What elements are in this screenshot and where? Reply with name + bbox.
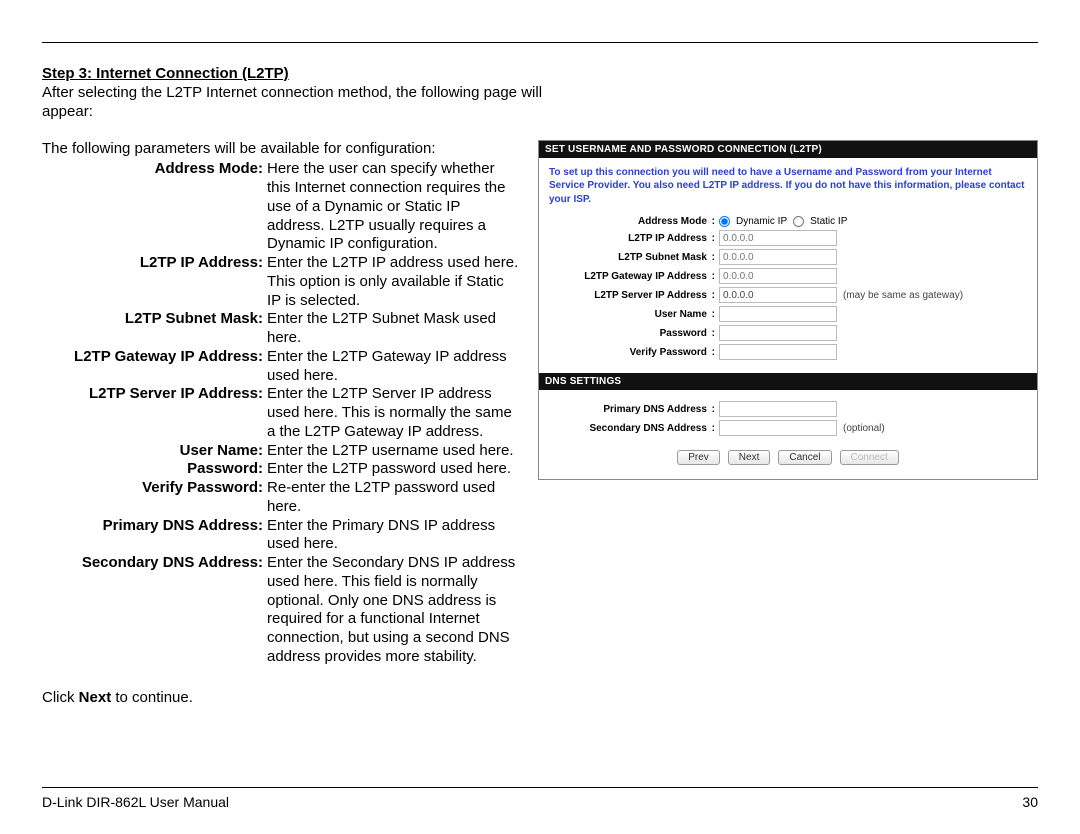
def-label-username: User Name:	[42, 442, 267, 461]
panel-header-1: SET USERNAME AND PASSWORD CONNECTION (L2…	[539, 141, 1037, 158]
input-l2tp-gateway[interactable]	[719, 268, 837, 284]
radio-static-ip[interactable]	[793, 216, 804, 227]
click-next-line: Click Next to continue.	[42, 689, 520, 708]
input-password[interactable]	[719, 325, 837, 341]
def-label-verify-password: Verify Password:	[42, 479, 267, 517]
def-text-l2tp-ip: Enter the L2TP IP address used here. Thi…	[267, 254, 520, 310]
def-text-l2tp-subnet: Enter the L2TP Subnet Mask used here.	[267, 310, 520, 348]
input-username[interactable]	[719, 306, 837, 322]
input-secondary-dns[interactable]	[719, 420, 837, 436]
def-label-address-mode: Address Mode:	[42, 160, 267, 254]
step-title: Step 3: Internet Connection (L2TP)	[42, 65, 1038, 82]
input-l2tp-server[interactable]	[719, 287, 837, 303]
def-label-password: Password:	[42, 460, 267, 479]
def-text-l2tp-server: Enter the L2TP Server IP address used he…	[267, 385, 520, 441]
def-text-primary-dns: Enter the Primary DNS IP address used he…	[267, 517, 520, 555]
def-text-address-mode: Here the user can specify whether this I…	[267, 160, 520, 254]
def-label-l2tp-gateway: L2TP Gateway IP Address:	[42, 348, 267, 386]
def-label-l2tp-ip: L2TP IP Address:	[42, 254, 267, 310]
def-label-primary-dns: Primary DNS Address:	[42, 517, 267, 555]
cancel-button[interactable]: Cancel	[778, 450, 831, 465]
top-rule	[42, 42, 1038, 43]
row-l2tp-subnet: L2TP Subnet Mask :	[549, 249, 1027, 265]
hint-optional: (optional)	[843, 423, 885, 434]
panel-header-2: DNS SETTINGS	[539, 373, 1037, 390]
row-username: User Name :	[549, 306, 1027, 322]
panel-info: To set up this connection you will need …	[549, 166, 1027, 207]
right-column: SET USERNAME AND PASSWORD CONNECTION (L2…	[538, 140, 1038, 708]
input-l2tp-subnet[interactable]	[719, 249, 837, 265]
footer-rule	[42, 787, 1038, 788]
row-password: Password :	[549, 325, 1027, 341]
def-label-l2tp-server: L2TP Server IP Address:	[42, 385, 267, 441]
left-column: The following parameters will be availab…	[42, 140, 520, 708]
def-text-password: Enter the L2TP password used here.	[267, 460, 520, 479]
def-label-secondary-dns: Secondary DNS Address:	[42, 554, 267, 667]
row-secondary-dns: Secondary DNS Address : (optional)	[549, 420, 1027, 436]
intro-text: After selecting the L2TP Internet connec…	[42, 84, 562, 122]
row-verify-password: Verify Password :	[549, 344, 1027, 360]
footer-left: D-Link DIR-862L User Manual	[42, 794, 229, 810]
label-static-ip[interactable]: Static IP	[810, 216, 847, 227]
label-dynamic-ip[interactable]: Dynamic IP	[736, 216, 787, 227]
def-text-verify-password: Re-enter the L2TP password used here.	[267, 479, 520, 517]
radio-dynamic-ip[interactable]	[719, 216, 730, 227]
footer-page-number: 30	[1022, 794, 1038, 810]
def-text-l2tp-gateway: Enter the L2TP Gateway IP address used h…	[267, 348, 520, 386]
connect-button: Connect	[840, 450, 899, 465]
row-l2tp-ip: L2TP IP Address :	[549, 230, 1027, 246]
input-verify-password[interactable]	[719, 344, 837, 360]
next-button[interactable]: Next	[728, 450, 771, 465]
row-l2tp-gateway: L2TP Gateway IP Address :	[549, 268, 1027, 284]
input-l2tp-ip[interactable]	[719, 230, 837, 246]
prev-button[interactable]: Prev	[677, 450, 720, 465]
input-primary-dns[interactable]	[719, 401, 837, 417]
row-primary-dns: Primary DNS Address :	[549, 401, 1027, 417]
def-text-secondary-dns: Enter the Secondary DNS IP address used …	[267, 554, 520, 667]
def-label-l2tp-subnet: L2TP Subnet Mask:	[42, 310, 267, 348]
row-address-mode: Address Mode : Dynamic IP Static IP	[549, 216, 1027, 227]
config-panel: SET USERNAME AND PASSWORD CONNECTION (L2…	[538, 140, 1038, 481]
hint-server: (may be same as gateway)	[843, 290, 963, 301]
row-l2tp-server: L2TP Server IP Address : (may be same as…	[549, 287, 1027, 303]
params-intro: The following parameters will be availab…	[42, 140, 520, 159]
def-text-username: Enter the L2TP username used here.	[267, 442, 520, 461]
